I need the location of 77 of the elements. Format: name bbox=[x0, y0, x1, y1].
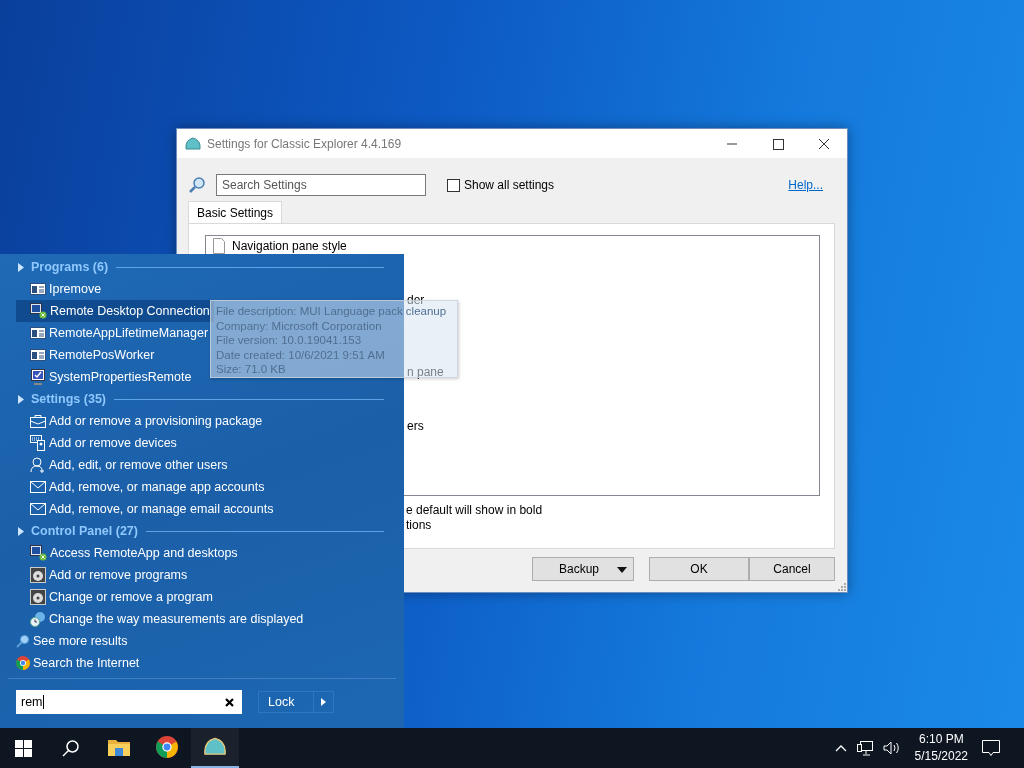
help-link[interactable]: Help... bbox=[788, 178, 823, 192]
page-icon bbox=[212, 238, 226, 254]
remote-monitor-icon bbox=[30, 545, 47, 561]
disc-box-icon bbox=[30, 567, 46, 583]
briefcase-icon bbox=[30, 414, 46, 428]
note-text: tions bbox=[406, 518, 433, 533]
result-item[interactable]: Add or remove devices bbox=[16, 432, 181, 454]
browser-icon bbox=[156, 736, 178, 758]
tooltip-text: Size: 71.0 KB bbox=[216, 362, 286, 377]
arrow-icon[interactable] bbox=[321, 698, 326, 706]
envelope-icon bbox=[30, 481, 46, 493]
group-header: Control Panel (27) bbox=[31, 524, 138, 538]
settings-tab[interactable]: Basic Settings bbox=[188, 201, 283, 223]
result-item[interactable]: Add, remove, or manage app accounts bbox=[16, 476, 269, 498]
result-item[interactable]: Add, remove, or manage email accounts bbox=[16, 498, 278, 520]
result-item[interactable]: RemoteAppLifetimeManager bbox=[16, 322, 213, 344]
expand-arrow-icon[interactable] bbox=[18, 262, 24, 272]
lock-button[interactable]: Lock bbox=[258, 691, 334, 713]
result-item[interactable]: Add or remove programs bbox=[16, 564, 192, 586]
network-icon[interactable] bbox=[856, 740, 873, 756]
dialog-button[interactable]: Backup bbox=[532, 557, 634, 581]
setting-item[interactable]: der bbox=[407, 293, 425, 307]
caret-icon[interactable] bbox=[617, 567, 627, 573]
setting-item[interactable]: n pane bbox=[407, 365, 444, 379]
windows-start-icon[interactable] bbox=[15, 739, 32, 757]
result-item[interactable]: Ipremove bbox=[16, 278, 106, 300]
folder-icon bbox=[108, 738, 130, 756]
tooltip-text: File version: 10.0.19041.153 bbox=[216, 333, 362, 348]
search-icon bbox=[188, 176, 206, 194]
dialog-button[interactable]: OK bbox=[649, 557, 749, 581]
result-item[interactable]: Access RemoteApp and desktops bbox=[16, 542, 242, 564]
result-item[interactable]: Add, edit, or remove other users bbox=[16, 454, 232, 476]
group-header: Settings (35) bbox=[31, 392, 106, 406]
window-icon bbox=[30, 326, 46, 340]
browser-icon bbox=[16, 656, 30, 670]
tooltip-text: File description: MUI Language pack cleanup bbox=[216, 304, 447, 319]
remote-monitor-icon bbox=[30, 303, 47, 319]
expand-arrow-icon[interactable] bbox=[18, 526, 24, 536]
result-item[interactable]: Add or remove a provisioning package bbox=[16, 410, 267, 432]
result-item[interactable]: Change the way measurements are displayed bbox=[16, 608, 308, 630]
disc-box-icon bbox=[30, 589, 46, 605]
shell-icon bbox=[203, 737, 227, 757]
window-title: Settings for Classic Explorer 4.4.169 bbox=[207, 136, 402, 151]
clear-icon[interactable] bbox=[225, 697, 234, 707]
taskbar-app[interactable] bbox=[191, 728, 239, 768]
search-field[interactable]: Search Settings bbox=[216, 174, 426, 196]
add-user-icon bbox=[30, 457, 46, 473]
envelope-icon bbox=[30, 503, 46, 515]
menu-link[interactable]: See more results bbox=[16, 630, 128, 652]
notification-icon[interactable] bbox=[982, 739, 1000, 757]
search-field[interactable]: rem bbox=[16, 690, 242, 714]
monitor-check-icon bbox=[30, 369, 46, 385]
dialog-button[interactable]: Cancel bbox=[749, 557, 835, 581]
search-icon bbox=[16, 634, 30, 648]
shell-icon bbox=[185, 136, 201, 151]
chevron-up-icon[interactable] bbox=[834, 744, 847, 752]
window-icon bbox=[30, 348, 46, 362]
result-item[interactable]: RemotePosWorker bbox=[16, 344, 159, 366]
setting-item[interactable]: ers bbox=[407, 419, 424, 433]
expand-arrow-icon[interactable] bbox=[18, 394, 24, 404]
keyboard-device-icon bbox=[30, 435, 46, 451]
tooltip-text: Company: Microsoft Corporation bbox=[216, 318, 382, 333]
group-header: Programs (6) bbox=[31, 260, 109, 274]
result-item[interactable]: Change or remove a program bbox=[16, 586, 217, 608]
window-icon bbox=[30, 282, 46, 296]
globe-clock-icon bbox=[30, 611, 46, 627]
show-all-checkbox[interactable]: Show all settings bbox=[447, 178, 555, 192]
menu-link[interactable]: Search the Internet bbox=[16, 652, 140, 674]
setting-item[interactable]: Navigation pane style bbox=[232, 239, 347, 253]
result-item[interactable]: Remote Desktop Connection bbox=[16, 300, 214, 322]
result-item[interactable]: SystemPropertiesRemote bbox=[16, 366, 196, 388]
tooltip-text: Date created: 10/6/2021 9:51 AM bbox=[216, 347, 385, 362]
resize-grip[interactable] bbox=[836, 581, 846, 591]
note-text: e default will show in bold bbox=[406, 503, 544, 518]
volume-icon[interactable] bbox=[882, 741, 901, 755]
search-icon[interactable] bbox=[62, 739, 79, 757]
clock[interactable]: 6:10 PM 5/15/2022 bbox=[914, 731, 968, 765]
